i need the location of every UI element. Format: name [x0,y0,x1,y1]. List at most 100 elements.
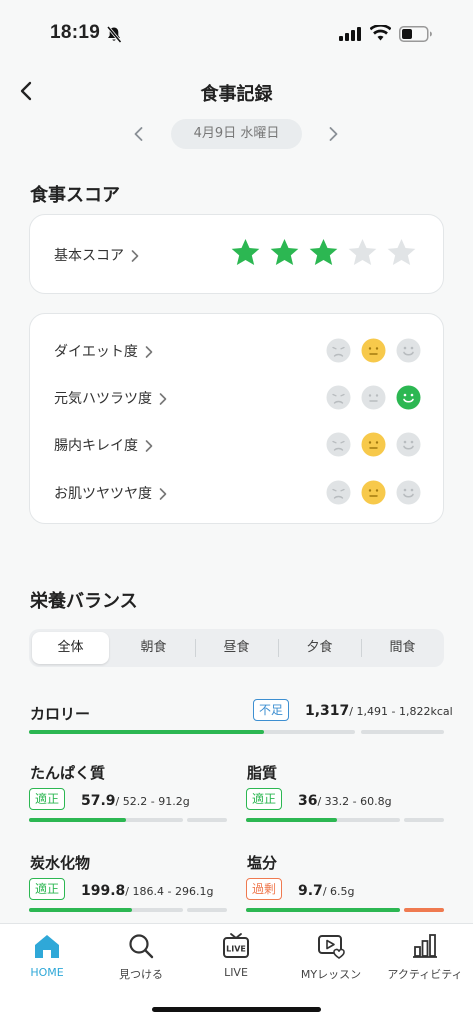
page-title: 食事記録 [200,84,273,105]
tab-live[interactable]: LIVE LIVE [189,932,283,979]
score-row-label: お肌ツヤツヤ度 [54,483,168,503]
score-row[interactable]: お肌ツヤツヤ度 [30,480,443,506]
calorie-bar-excess [361,730,444,734]
nutrient-status-badge: 適正 [246,788,283,810]
previous-day-icon[interactable] [128,123,150,145]
calorie-amount: 1,317 [305,703,350,719]
chevron-right-icon [159,393,167,405]
star-empty-icon [387,238,416,266]
navigation-bar: 食事記録 [0,70,473,114]
nutrient-range: / 52.2 - 91.2g [115,795,190,808]
next-day-icon[interactable] [322,123,344,145]
chevron-right-icon [145,440,153,452]
score-details-card: ダイエット度元気ハツラツ度腸内キレイ度 お肌ツヤツヤ度 [29,313,444,524]
chevron-right-icon [145,346,153,358]
nutrition-balance-title: 栄養バランス [30,591,138,612]
basic-score-label: 基本スコア [54,248,124,264]
tab-activity-label: アクティビティ [387,968,463,981]
cellular-signal-icon [339,27,361,41]
star-empty-icon [348,238,377,266]
face-neutral-icon [361,385,386,410]
tab-my-lessons-label: MYレッスン [300,968,362,981]
face-happy-icon [396,432,421,457]
star-rating [230,237,417,268]
nutrient-value: 199.8/ 186.4 - 296.1g [81,883,213,899]
nutrient-range: / 6.5g [322,885,355,898]
basic-score-row[interactable]: 基本スコア [54,245,140,265]
face-happy-icon [396,385,421,410]
nutrient-bar-track [246,908,400,912]
meal-score-title: 食事スコア [30,185,120,206]
calorie-range: / 1,491 - 1,822kcal [349,705,453,718]
calorie-bar-fill [29,730,264,734]
bell-muted-icon [106,26,122,43]
face-rating [326,480,421,505]
tab-all[interactable]: 全体 [32,632,109,664]
nutrient-range: / 33.2 - 60.8g [317,795,392,808]
tab-discover-label: 見つける [119,968,163,981]
nutrient-bar-fill [29,908,133,912]
score-row[interactable]: 元気ハツラツ度 [30,385,443,411]
score-row-text: ダイエット度 [54,344,138,360]
score-row[interactable]: 腸内キレイ度 [30,432,443,458]
face-sad-icon [326,432,351,457]
tab-dinner[interactable]: 夕食 [278,629,361,667]
calorie-label: カロリー [30,705,91,723]
meal-tabs: 全体 朝食 昼食 夕食 間食 [29,629,444,667]
nutrient-bar-fill [29,818,127,822]
calorie-bar-track [29,730,355,734]
tab-breakfast[interactable]: 朝食 [112,629,195,667]
tab-home[interactable]: HOME [0,932,94,979]
score-row-label: ダイエット度 [54,341,154,361]
nutrient-bar-track [246,818,400,822]
tab-my-lessons[interactable]: MYレッスン [284,932,378,982]
tab-snack[interactable]: 間食 [361,629,444,667]
face-sad-icon [326,338,351,363]
score-row[interactable]: ダイエット度 [30,338,443,364]
date-label[interactable]: 4月9日 水曜日 [171,119,302,149]
status-time: 18:19 [50,22,101,43]
score-row-text: お肌ツヤツヤ度 [54,486,152,502]
score-row-text: 腸内キレイ度 [54,438,138,454]
nutrient-bar-track [29,908,183,912]
home-icon [35,935,59,958]
nutrient-label: 炭水化物 [30,854,91,872]
face-neutral-icon [361,338,386,363]
face-happy-icon [396,338,421,363]
nutrient-label: 塩分 [247,854,278,872]
nutrient-bar-fill [246,818,337,822]
calorie-value: 1,317/ 1,491 - 1,822kcal [305,703,453,719]
basic-score-card[interactable]: 基本スコア [29,214,444,294]
calorie-status-badge: 不足 [253,699,290,721]
svg-text:LIVE: LIVE [226,945,246,954]
tab-discover[interactable]: 見つける [94,932,188,982]
tab-lunch[interactable]: 昼食 [195,629,278,667]
score-row-label: 腸内キレイ度 [54,435,154,455]
face-sad-icon [326,385,351,410]
face-rating [326,432,421,457]
star-filled-icon [270,238,299,266]
status-bar: 18:19 [0,0,473,60]
tab-live-label: LIVE [224,966,248,979]
nutrient-value: 57.9/ 52.2 - 91.2g [81,793,190,809]
chevron-right-icon [131,250,139,262]
home-indicator [152,1007,321,1012]
chevron-right-icon [159,488,167,500]
nutrient-bar-excess [187,908,227,912]
nutrient-bar-track [29,818,183,822]
nutrient-status-badge: 適正 [29,878,66,900]
face-rating [326,385,421,410]
star-filled-icon [309,238,338,266]
nutrient-label: たんぱく質 [30,764,106,782]
tab-home-label: HOME [30,966,64,979]
face-sad-icon [326,480,351,505]
live-tv-icon: LIVE [223,933,249,958]
nutrient-bar-excess [404,908,444,912]
nutrient-status-badge: 過剰 [246,878,283,900]
nutrient-amount: 199.8 [81,883,126,899]
tab-activity[interactable]: アクティビティ [378,932,472,982]
nutrient-label: 脂質 [247,764,278,782]
nutrient-value: 36/ 33.2 - 60.8g [298,793,392,809]
nutrient-value: 9.7/ 6.5g [298,883,355,899]
face-neutral-icon [361,480,386,505]
